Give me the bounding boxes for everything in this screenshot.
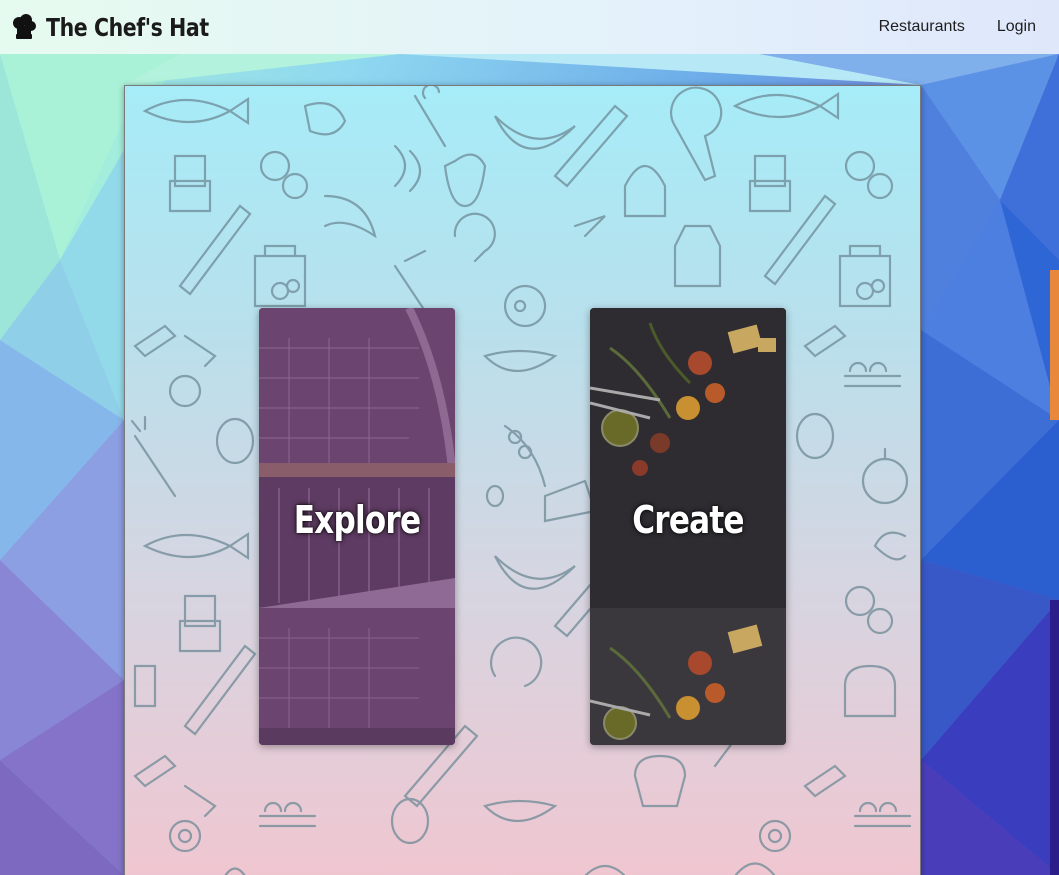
create-card[interactable]: Create: [590, 308, 786, 745]
brand-name: The Chef's Hat: [46, 12, 209, 42]
brand[interactable]: The Chef's Hat: [10, 13, 244, 42]
nav-link-login[interactable]: Login: [997, 18, 1036, 36]
nav-link-restaurants[interactable]: Restaurants: [879, 18, 965, 36]
chef-hat-icon: [13, 14, 36, 39]
hero-panel: Explore Create: [124, 85, 921, 875]
top-navbar: The Chef's Hat Restaurants Login: [0, 0, 1059, 54]
create-card-label: Create: [632, 498, 744, 542]
nav-links: Restaurants Login: [879, 18, 1036, 36]
explore-card[interactable]: Explore: [259, 308, 455, 745]
explore-card-label: Explore: [293, 498, 421, 542]
food-doodle-pattern: [130, 86, 912, 875]
